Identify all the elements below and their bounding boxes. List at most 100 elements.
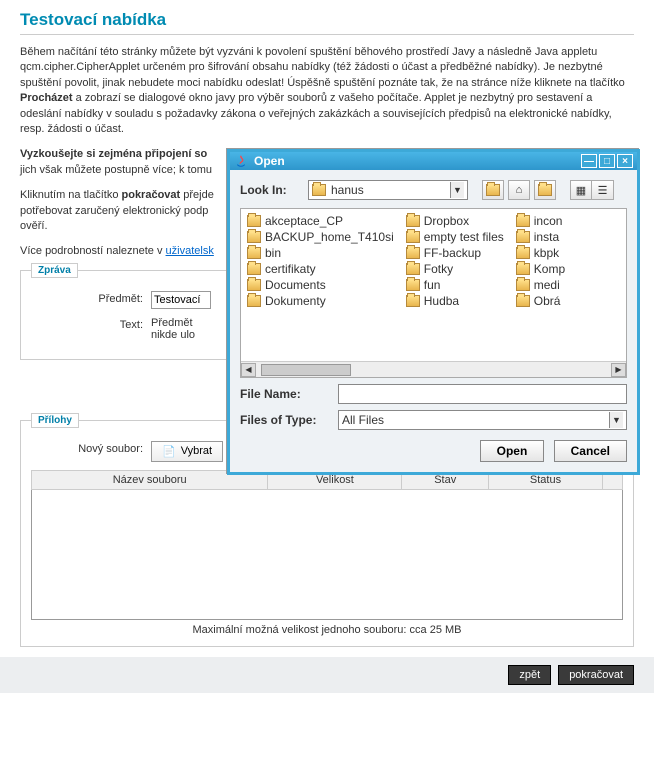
lookin-combo[interactable]: hanus ▼ <box>308 180 468 200</box>
filename-input[interactable] <box>338 384 627 404</box>
file-item[interactable]: incon <box>516 213 565 229</box>
continue-button[interactable]: pokračovat <box>558 665 634 685</box>
up-folder-button[interactable] <box>482 180 504 200</box>
folder-icon <box>406 231 420 243</box>
scroll-left-button[interactable]: ◀ <box>241 363 256 377</box>
file-item[interactable]: medi <box>516 277 565 293</box>
file-item-label: Hudba <box>424 294 459 308</box>
file-item[interactable]: Dropbox <box>406 213 504 229</box>
file-item-label: medi <box>534 278 560 292</box>
file-item-label: kbpk <box>534 246 559 260</box>
filetype-label: Files of Type: <box>240 413 338 427</box>
folder-icon <box>516 231 530 243</box>
folder-icon <box>247 215 261 227</box>
file-item-label: FF-backup <box>424 246 481 260</box>
file-item[interactable]: akceptace_CP <box>247 213 394 229</box>
file-item[interactable]: bin <box>247 245 394 261</box>
folder-icon <box>516 215 530 227</box>
page-title: Testovací nabídka <box>20 10 634 35</box>
file-item[interactable]: insta <box>516 229 565 245</box>
file-item[interactable]: Documents <box>247 277 394 293</box>
dialog-title: Open <box>254 154 285 168</box>
file-item-label: Dropbox <box>424 214 469 228</box>
file-item-label: fun <box>424 278 441 292</box>
folder-icon <box>516 263 530 275</box>
new-folder-button[interactable] <box>534 180 556 200</box>
folder-icon <box>516 295 530 307</box>
attachments-legend: Přílohy <box>31 413 79 428</box>
file-item-label: Obrá <box>534 294 561 308</box>
file-item-label: Fotky <box>424 262 453 276</box>
home-icon: ⌂ <box>516 184 523 196</box>
list-view-button[interactable]: ▦ <box>570 180 592 200</box>
minimize-button[interactable]: — <box>581 154 597 168</box>
manual-link[interactable]: uživatelsk <box>166 245 214 257</box>
file-item[interactable]: FF-backup <box>406 245 504 261</box>
filetype-combo[interactable]: All Files ▼ <box>338 410 627 430</box>
file-table-body <box>31 490 623 620</box>
back-button[interactable]: zpět <box>508 665 551 685</box>
folder-icon <box>406 279 420 291</box>
file-item[interactable]: Obrá <box>516 293 565 309</box>
message-legend: Zpráva <box>31 263 78 278</box>
folder-icon <box>247 295 261 307</box>
file-item-label: certifikaty <box>265 262 316 276</box>
file-item[interactable]: Dokumenty <box>247 293 394 309</box>
file-item[interactable]: fun <box>406 277 504 293</box>
file-open-dialog: Open — □ × Look In: hanus ▼ ⌂ ▦ ☰ akc <box>227 149 640 475</box>
close-button[interactable]: × <box>617 154 633 168</box>
folder-icon <box>406 263 420 275</box>
file-item-label: akceptace_CP <box>265 214 343 228</box>
file-item-label: Documents <box>265 278 326 292</box>
folder-icon <box>247 231 261 243</box>
scroll-right-button[interactable]: ▶ <box>611 363 626 377</box>
folder-icon <box>406 295 420 307</box>
folder-icon <box>516 279 530 291</box>
cancel-button[interactable]: Cancel <box>554 440 627 462</box>
intro-paragraph: Během načítání této stránky můžete být v… <box>20 45 634 137</box>
file-item-label: empty test files <box>424 230 504 244</box>
text-value: Předmět nikde ulo <box>151 317 195 341</box>
file-item[interactable]: Fotky <box>406 261 504 277</box>
select-file-button[interactable]: Vybrat <box>151 441 223 462</box>
folder-icon <box>406 247 420 259</box>
folder-icon <box>247 247 261 259</box>
file-item[interactable]: BACKUP_home_T410si <box>247 229 394 245</box>
file-item-label: incon <box>534 214 563 228</box>
details-view-button[interactable]: ☰ <box>592 180 614 200</box>
chevron-down-icon[interactable]: ▼ <box>450 182 464 198</box>
folder-icon <box>247 279 261 291</box>
file-item[interactable]: empty test files <box>406 229 504 245</box>
file-item-label: BACKUP_home_T410si <box>265 230 394 244</box>
file-item[interactable]: kbpk <box>516 245 565 261</box>
file-item[interactable]: Hudba <box>406 293 504 309</box>
horizontal-scrollbar[interactable]: ◀ ▶ <box>241 361 626 377</box>
file-item[interactable]: certifikaty <box>247 261 394 277</box>
max-size-note: Maximální možná velikost jednoho souboru… <box>31 624 623 636</box>
file-item-label: insta <box>534 230 559 244</box>
new-file-label: Nový soubor: <box>31 441 151 455</box>
list-icon: ☰ <box>598 184 608 197</box>
folder-icon <box>247 263 261 275</box>
file-item-label: Komp <box>534 262 565 276</box>
grid-icon: ▦ <box>576 184 586 197</box>
filetype-value: All Files <box>342 413 384 427</box>
folder-icon <box>406 215 420 227</box>
maximize-button[interactable]: □ <box>599 154 615 168</box>
lookin-label: Look In: <box>240 183 308 197</box>
dialog-titlebar[interactable]: Open — □ × <box>230 152 637 170</box>
file-list[interactable]: akceptace_CP BACKUP_home_T410sibin certifi… <box>240 208 627 378</box>
home-button[interactable]: ⌂ <box>508 180 530 200</box>
java-icon <box>234 154 248 168</box>
file-item[interactable]: Komp <box>516 261 565 277</box>
folder-icon <box>312 184 326 196</box>
footer-bar: zpět pokračovat <box>0 657 654 693</box>
file-item-label: bin <box>265 246 281 260</box>
lookin-value: hanus <box>331 183 364 197</box>
folder-icon <box>516 247 530 259</box>
chevron-down-icon[interactable]: ▼ <box>609 412 623 428</box>
open-button[interactable]: Open <box>480 440 545 462</box>
file-item-label: Dokumenty <box>265 294 326 308</box>
scroll-thumb[interactable] <box>261 364 351 376</box>
subject-input[interactable] <box>151 291 211 309</box>
